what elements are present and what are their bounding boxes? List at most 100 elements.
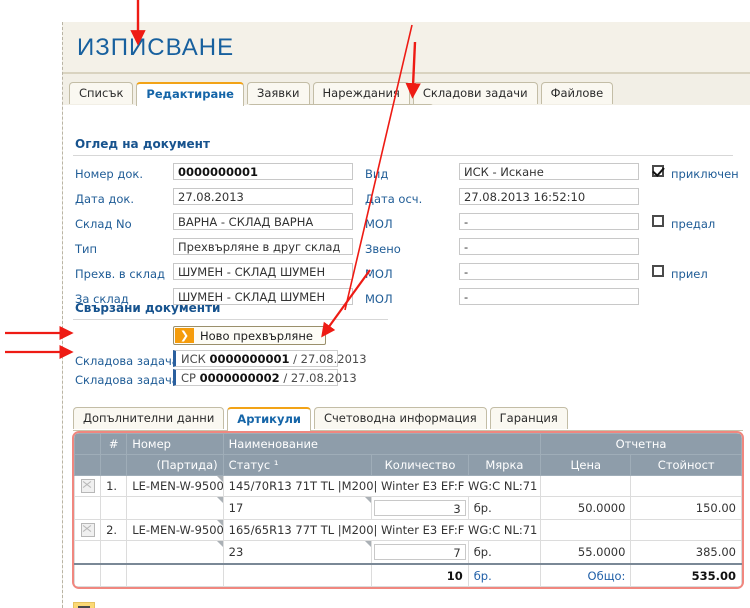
checkbox-priel[interactable]: [652, 265, 664, 277]
tab-dopalnitelni-danni[interactable]: Допълнителни данни: [73, 407, 225, 429]
row-price-1[interactable]: 50.0000: [540, 496, 632, 520]
tab-narezhdaniya[interactable]: Нареждания: [312, 82, 410, 104]
related-sep-2: /: [283, 371, 288, 385]
row-name-2[interactable]: 165/65R13 77T TL |M200| Winter E3 EF:F W…: [222, 519, 542, 541]
checkbox-label-priklyuchen: приключен: [671, 167, 739, 181]
quantity-input-2[interactable]: 7: [374, 544, 466, 560]
total-spacer-4: [222, 563, 373, 587]
field-tip[interactable]: Прехвърляне в друг склад: [173, 238, 353, 255]
row-number-2[interactable]: LE-MEN-W-950015: [126, 519, 224, 541]
tab-label: Редактиране: [146, 87, 234, 101]
th-spacer-1: [74, 433, 102, 455]
total-spacer-2: [100, 563, 128, 587]
label-tip: Тип: [75, 242, 98, 256]
items-grid-header-row-2: (Партида) Статус ¹ Количество Мярка Цена…: [74, 454, 742, 476]
tab-label: Гаранция: [499, 411, 558, 425]
table-row[interactable]: 2. LE-MEN-W-950015 165/65R13 77T TL |M20…: [74, 519, 742, 541]
th-group-reporting: Отчетна: [540, 433, 742, 455]
tab-schetovodna-informaciya[interactable]: Счетоводна информация: [313, 407, 487, 429]
label-zveno: Звено: [365, 242, 401, 256]
checkbox-label-predal: предал: [671, 217, 716, 231]
related-label-1[interactable]: Складова задача: [75, 354, 179, 368]
field-data-osch[interactable]: 27.08.2013 16:52:10: [459, 188, 639, 205]
related-prefix-1: ИСК: [181, 352, 206, 366]
row-delete-cell-2[interactable]: [74, 519, 102, 541]
delete-row-icon[interactable]: [80, 479, 95, 494]
screenshot-root: ИЗПИСВАНЕ Списък Редактиране Заявки Наре…: [0, 0, 750, 608]
main-tabstrip: Списък Редактиране Заявки Нареждания Скл…: [69, 82, 750, 126]
delete-row-icon[interactable]: [80, 523, 95, 538]
row-delete-cell-1[interactable]: [74, 475, 102, 497]
row-name-1[interactable]: 145/70R13 71T TL |M200| Winter E3 EF:F W…: [222, 475, 542, 497]
label-prehv-v-sklad: Прехв. в склад: [75, 267, 165, 281]
row-batch-2[interactable]: [126, 540, 224, 565]
label-data-osch: Дата осч.: [365, 192, 423, 206]
row-amount-head-1: [630, 475, 742, 497]
tab-faylove[interactable]: Файлове: [540, 82, 614, 104]
checkbox-priklyuchen[interactable]: [652, 165, 664, 177]
th-amount: Стойност: [630, 454, 742, 476]
tab-spisak[interactable]: Списък: [69, 82, 134, 104]
th-name: Наименование: [222, 433, 542, 455]
label-mol-1: МОЛ: [365, 217, 393, 231]
tab-label: Счетоводна информация: [323, 411, 477, 425]
th-number: Номер: [126, 433, 224, 455]
total-spacer-3: [126, 563, 224, 587]
page-title: ИЗПИСВАНЕ: [77, 34, 235, 61]
field-mol-2[interactable]: -: [459, 263, 639, 280]
field-zveno[interactable]: -: [459, 238, 639, 255]
field-data-dok[interactable]: 27.08.2013: [173, 188, 353, 205]
th-unit: Мярка: [467, 454, 542, 476]
checkbox-predal[interactable]: [652, 215, 664, 227]
checkbox-label-priel: приел: [671, 267, 708, 281]
tab-label: Допълнителни данни: [83, 411, 215, 425]
section-divider-related: [73, 319, 388, 320]
row-spacer-1a: [74, 496, 102, 520]
field-sklad-no[interactable]: ВАРНА - СКЛАД ВАРНА: [173, 213, 353, 230]
th-quantity: Количество: [371, 454, 469, 476]
row-unit-2: бр.: [467, 540, 542, 565]
tab-zayavki[interactable]: Заявки: [246, 82, 310, 104]
related-sep-1: /: [293, 352, 298, 366]
row-status-2[interactable]: 23: [222, 540, 373, 565]
row-price-2[interactable]: 55.0000: [540, 540, 632, 565]
th-index: #: [100, 433, 128, 455]
row-unit-1: бр.: [467, 496, 542, 520]
field-nomer-dok[interactable]: 0000000001: [173, 163, 353, 180]
tab-garanciya[interactable]: Гаранция: [489, 407, 568, 429]
tab-label: Нареждания: [322, 86, 400, 100]
tab-label: Складови задачи: [422, 86, 528, 100]
field-mol-3[interactable]: -: [459, 288, 639, 305]
related-label-2[interactable]: Складова задача: [75, 373, 179, 387]
related-prefix-2: СР: [181, 371, 196, 385]
related-date-1: 27.08.2013: [300, 352, 367, 366]
items-grid-container: # Номер Наименование Отчетна (Партида) С…: [72, 431, 744, 589]
table-row[interactable]: 17 3 бр. 50.0000 150.00: [74, 496, 742, 520]
table-row[interactable]: 1. LE-MEN-W-950011 145/70R13 71T TL |M20…: [74, 475, 742, 497]
total-spacer-1: [74, 563, 102, 587]
row-spacer-1b: [100, 496, 128, 520]
row-quantity-cell-1[interactable]: 3: [371, 496, 469, 520]
label-sklad-no: Склад No: [75, 217, 132, 231]
tab-skladovi-zadachi[interactable]: Складови задачи: [412, 82, 538, 104]
new-transfer-button[interactable]: ❯ Ново прехвърляне: [173, 326, 326, 345]
form-body: Оглед на документ Номер док. Дата док. С…: [63, 105, 750, 608]
row-status-1[interactable]: 17: [222, 496, 373, 520]
other-sources-checkbox[interactable]: [73, 602, 95, 608]
new-transfer-button-label: Ново прехвърляне: [200, 329, 313, 343]
tab-redaktirane[interactable]: Редактиране: [136, 82, 244, 106]
row-amount-1: 150.00: [630, 496, 742, 520]
field-vid[interactable]: ИСК - Искане: [459, 163, 639, 180]
related-value-2[interactable]: СР 0000000002 / 27.08.2013: [173, 369, 357, 386]
field-prehv-v-sklad[interactable]: ШУМЕН - СКЛАД ШУМЕН: [173, 263, 353, 280]
th-batch: (Партида): [126, 454, 224, 476]
row-batch-1[interactable]: [126, 496, 224, 520]
related-value-1[interactable]: ИСК 0000000001 / 27.08.2013: [173, 350, 367, 367]
quantity-input-1[interactable]: 3: [374, 500, 466, 516]
items-grid-total-row: 10 бр. Общо: 535.00: [74, 563, 742, 587]
row-number-1[interactable]: LE-MEN-W-950011: [126, 475, 224, 497]
row-quantity-cell-2[interactable]: 7: [371, 540, 469, 565]
table-row[interactable]: 23 7 бр. 55.0000 385.00: [74, 540, 742, 565]
field-mol-1[interactable]: -: [459, 213, 639, 230]
tab-artikuli[interactable]: Артикули: [227, 407, 311, 431]
